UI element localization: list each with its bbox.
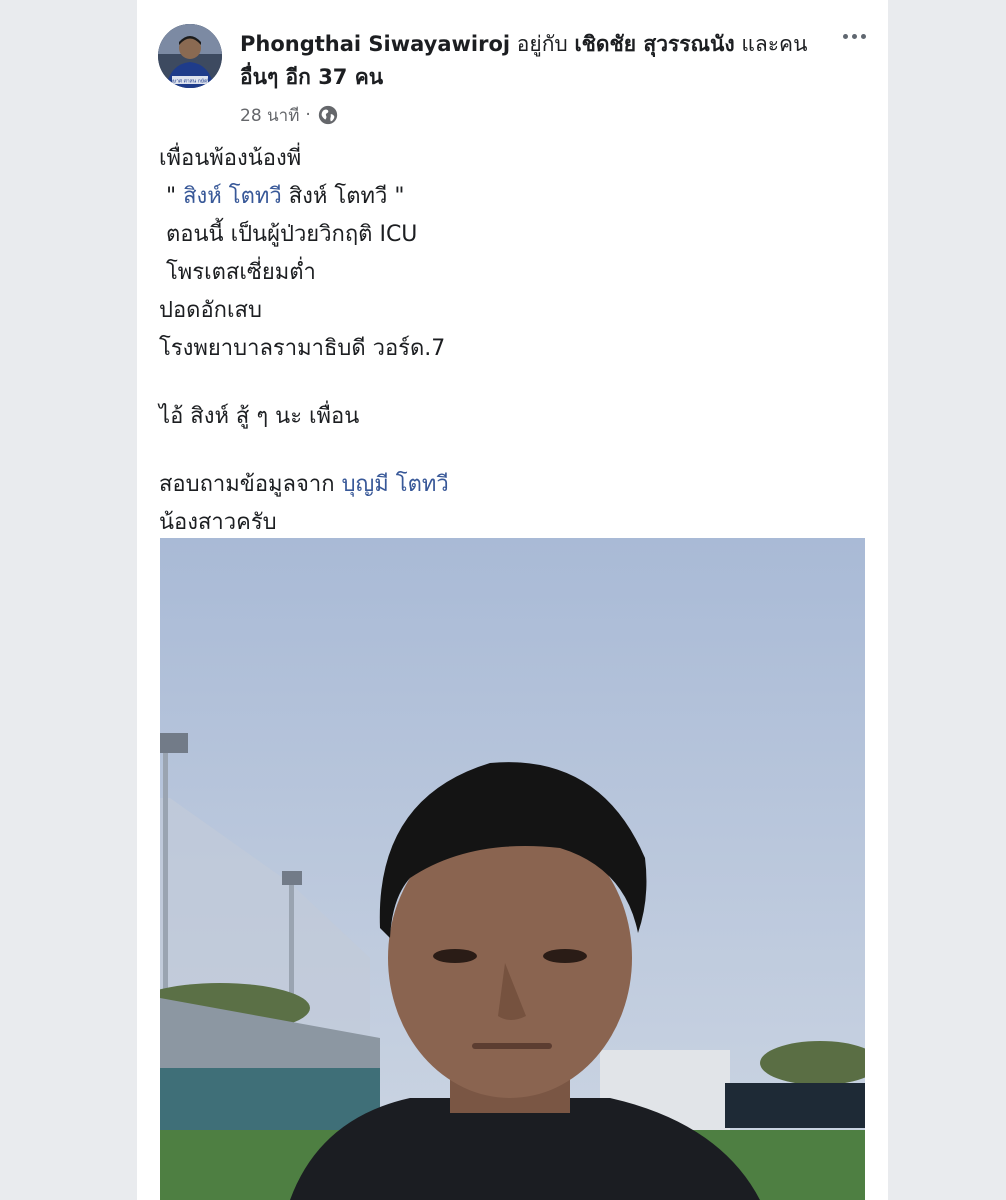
post-time[interactable]: 28 นาที — [240, 102, 299, 129]
post-meta: 28 นาที · — [240, 100, 339, 130]
quote-open: " — [159, 184, 184, 209]
author-avatar[interactable]: รักษาศ ศาสน กษัตริย์ — [158, 24, 222, 88]
post-photo[interactable] — [160, 538, 865, 1200]
body-line: สอบถามข้อมูลจาก บุญมี โตทวี — [159, 466, 859, 504]
author-name[interactable]: Phongthai Siwayawiroj — [240, 32, 510, 56]
body-line: ตอนนี้ เป็นผู้ป่วยวิกฤติ ICU — [159, 222, 418, 247]
with-text: อยู่กับ — [516, 32, 568, 56]
body-gap — [159, 368, 859, 398]
more-options-icon[interactable] — [836, 24, 872, 48]
meta-separator: · — [305, 105, 311, 125]
tagged-friend-name[interactable]: เชิดชัย สุวรรณนัง — [574, 32, 734, 56]
mention-link[interactable]: สิงห์ โตทวี — [183, 184, 282, 209]
more-dot — [851, 33, 857, 39]
post-header: Phongthai Siwayawiroj อยู่กับ เชิดชัย สุ… — [240, 28, 840, 94]
post-card: รักษาศ ศาสน กษัตริย์ Phongthai Siwayawir… — [137, 0, 888, 1200]
and-text: และคน — [741, 32, 808, 56]
avatar-image: รักษาศ ศาสน กษัตริย์ — [158, 24, 222, 88]
body-line: " สิงห์ โตทวี สิงห์ โตทวี " — [159, 178, 859, 216]
post-body: เพื่อนพ้องน้องพี่ " สิงห์ โตทวี สิงห์ โต… — [159, 140, 859, 542]
avatar-caption: รักษาศ ศาสน กษัตริย์ — [167, 78, 213, 85]
photo-image — [160, 538, 865, 1200]
mention-link[interactable]: บุญมี โตทวี — [342, 472, 449, 497]
globe-icon[interactable] — [317, 104, 339, 126]
body-line: เพื่อนพ้องน้องพี่ — [159, 146, 302, 171]
others-link[interactable]: อื่นๆ อีก 37 คน — [240, 65, 383, 89]
body-gap — [159, 436, 859, 466]
body-line: โรงพยาบาลรามาธิบดี วอร์ด.7 — [159, 336, 446, 361]
quote-rest: สิงห์ โตทวี " — [281, 184, 405, 209]
inquiry-text: สอบถามข้อมูลจาก — [159, 472, 342, 497]
more-dot — [842, 33, 848, 39]
body-line: ไอ้ สิงห์ สู้ ๆ นะ เพื่อน — [159, 404, 360, 429]
body-line: ปอดอักเสบ — [159, 298, 262, 323]
more-dot — [860, 33, 866, 39]
body-line: น้องสาวครับ — [159, 510, 277, 535]
body-line: โพรเตสเซี่ยมต่ำ — [159, 260, 316, 285]
